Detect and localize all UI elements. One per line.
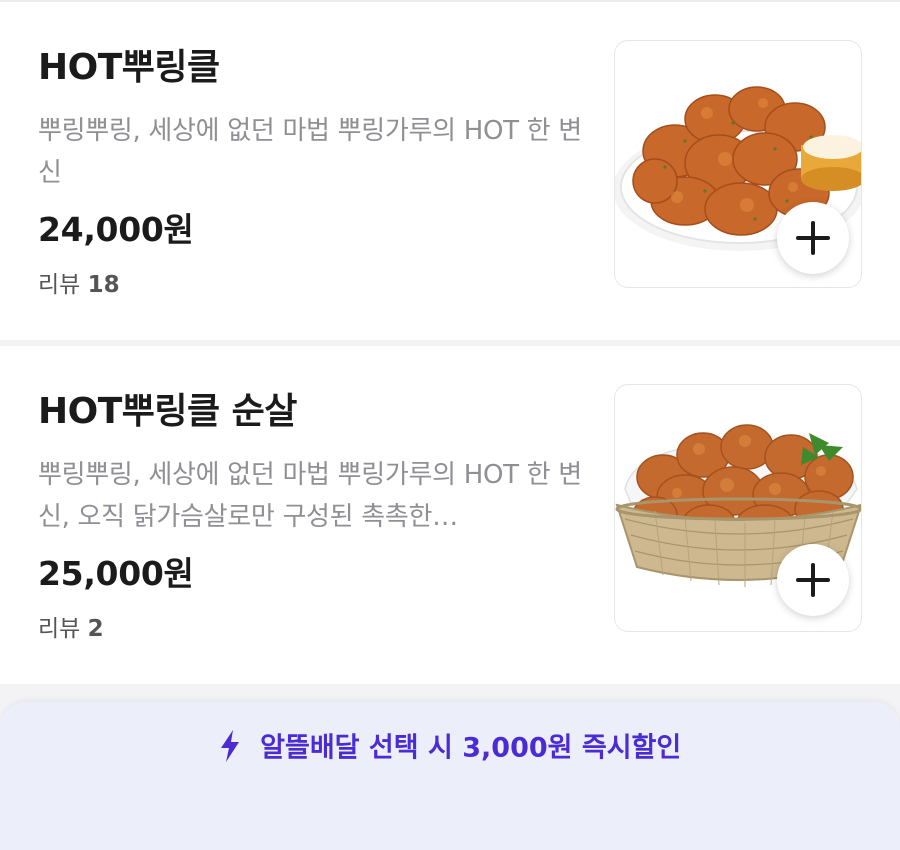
promo-content: 알뜰배달 선택 시 3,000원 즉시할인 <box>0 729 900 767</box>
menu-item-reviews: 리뷰 18 <box>38 268 120 302</box>
menu-item-reviews: 리뷰 2 <box>38 612 104 646</box>
add-to-cart-button[interactable] <box>777 202 849 274</box>
review-label: 리뷰 <box>38 272 81 298</box>
menu-item-name: HOT뿌링클 <box>38 47 220 88</box>
menu-item[interactable]: HOT뿌링클 순살 뿌링뿌링, 세상에 없던 마법 뿌링가루의 HOT 한 변신… <box>0 346 900 684</box>
menu-item-description: 뿌링뿌링, 세상에 없던 마법 뿌링가루의 HOT 한 변신 <box>38 116 582 188</box>
review-label: 리뷰 <box>38 616 81 642</box>
review-count: 18 <box>87 272 120 298</box>
menu-item[interactable]: HOT뿌링클 뿌링뿌링, 세상에 없던 마법 뿌링가루의 HOT 한 변신 24… <box>0 2 900 340</box>
lightning-bolt-icon <box>220 729 239 762</box>
menu-item-name: HOT뿌링클 순살 <box>38 391 297 432</box>
promo-text: 알뜰배달 선택 시 3,000원 즉시할인 <box>260 732 682 764</box>
review-count: 2 <box>87 616 104 642</box>
add-to-cart-button[interactable] <box>777 544 849 616</box>
plus-icon <box>811 563 815 597</box>
menu-item-price: 24,000원 <box>38 210 194 249</box>
plus-icon <box>811 221 815 255</box>
menu-item-price: 25,000원 <box>38 554 194 593</box>
promo-banner[interactable]: 알뜰배달 선택 시 3,000원 즉시할인 <box>0 702 900 850</box>
menu-item-description: 뿌링뿌링, 세상에 없던 마법 뿌링가루의 HOT 한 변신, 오직 닭가슴살로… <box>38 460 582 532</box>
